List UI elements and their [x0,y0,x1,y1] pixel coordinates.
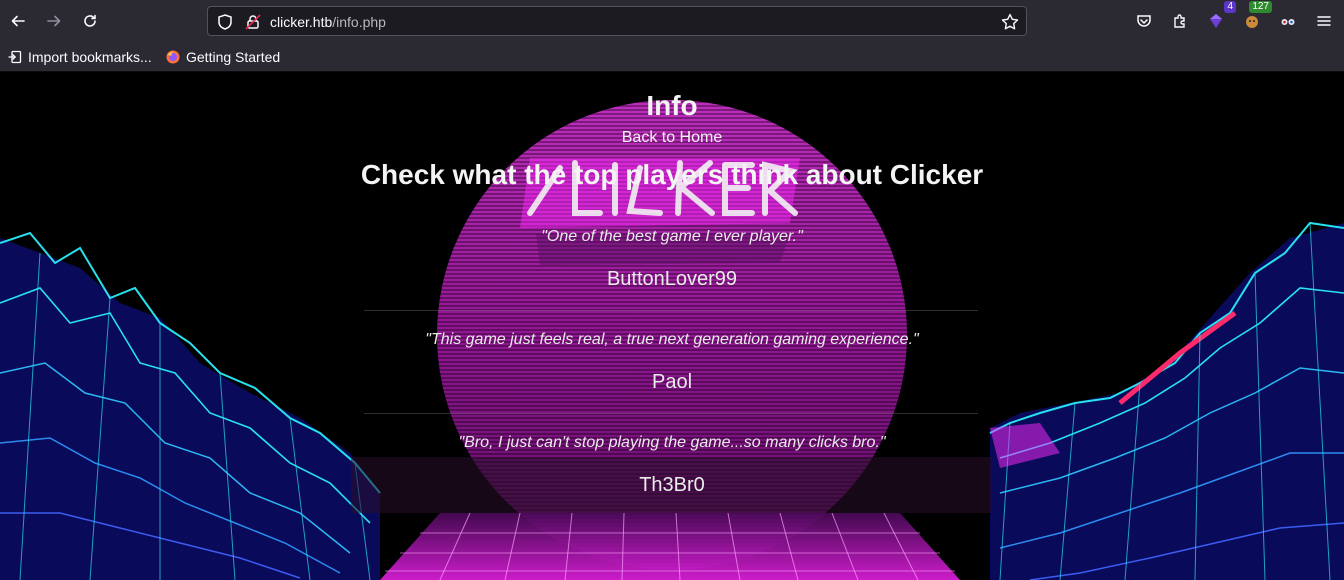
url-host: clicker.htb [270,14,333,30]
url-bar[interactable]: clicker.htb/info.php [207,6,1027,36]
extension-1-badge: 4 [1224,1,1236,13]
puzzle-icon [1174,14,1185,28]
testimonial-quote: "Bro, I just can't stop playing the game… [458,434,886,451]
glasses-icon [1281,19,1295,25]
bookmark-import-label: Import bookmarks... [28,49,152,65]
import-icon [8,50,22,64]
bookmark-import[interactable]: Import bookmarks... [8,49,152,65]
extension-3-button[interactable] [1274,7,1302,35]
page-title: Info [646,90,698,121]
tracking-shield-icon[interactable] [216,13,234,31]
testimonial-quote: "This game just feels real, a true next … [425,331,919,348]
arrow-left-icon [11,15,25,27]
url-text[interactable]: clicker.htb/info.php [270,13,386,31]
arrow-right-icon [47,15,61,27]
testimonial-author: Paol [651,371,693,393]
pocket-icon [1137,15,1151,27]
insecure-lock-icon[interactable] [244,13,262,31]
back-to-home-link[interactable]: Back to Home [0,129,1344,147]
foxy-proxy-icon [1246,16,1258,28]
reload-icon [84,14,96,27]
hamburger-menu-icon [1317,16,1331,26]
reload-button[interactable] [76,7,104,35]
pocket-button[interactable] [1130,7,1158,35]
bookmark-getting-started[interactable]: Getting Started [166,49,280,65]
testimonial-divider [364,310,978,311]
extension-2-button[interactable]: 127 [1238,1,1272,35]
forward-button[interactable] [40,7,68,35]
extensions-button[interactable] [1166,7,1194,35]
testimonial-author: ButtonLover99 [606,268,738,290]
back-button[interactable] [4,7,32,35]
bookmark-star-icon[interactable] [1000,12,1020,32]
app-menu-button[interactable] [1310,7,1338,35]
web-page: Info Back to Home Check what the top pla… [0,73,1344,580]
page-subtitle: Check what the top players think about C… [360,159,984,190]
url-path: /info.php [332,14,386,30]
firefox-icon [166,50,180,64]
neon-floor [380,512,960,580]
extension-2-badge: 127 [1249,1,1272,13]
extension-1-button[interactable]: 4 [1202,1,1236,35]
purple-gem-icon [1210,14,1222,28]
testimonial-quote: "One of the best game I ever player." [541,228,803,245]
testimonial-author: Th3Br0 [639,474,705,496]
browser-toolbar: clicker.htb/info.php 4 127 [0,0,1344,42]
bookmark-getting-started-label: Getting Started [186,49,281,65]
testimonial-divider [364,413,978,414]
